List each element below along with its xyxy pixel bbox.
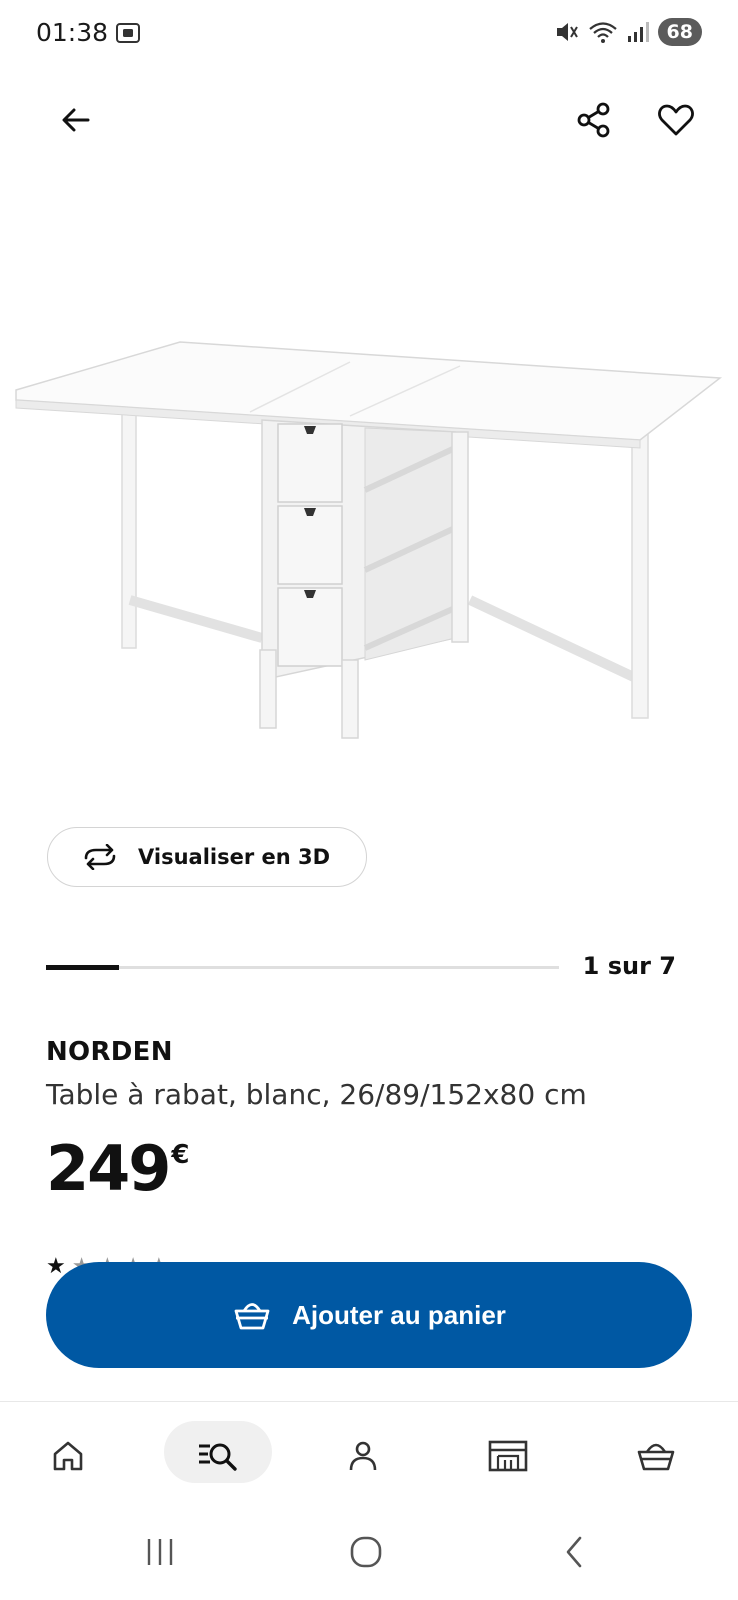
product-name: NORDEN	[46, 1037, 173, 1067]
battery-badge: 68	[657, 18, 702, 46]
nav-home[interactable]	[38, 1426, 98, 1486]
product-price: 249 €	[46, 1134, 190, 1204]
rotate-3d-icon	[84, 844, 116, 870]
nav-stores[interactable]	[478, 1426, 538, 1486]
basket-icon	[637, 1443, 675, 1471]
product-description: Table à rabat, blanc, 26/89/152x80 cm	[46, 1078, 587, 1111]
nav-divider	[0, 1401, 738, 1402]
gallery-progress-fill	[46, 965, 120, 970]
add-to-cart-label: Ajouter au panier	[292, 1299, 506, 1330]
status-time: 01:38	[36, 18, 109, 47]
product-image[interactable]	[0, 320, 738, 770]
add-to-cart-button[interactable]: Ajouter au panier	[46, 1262, 692, 1368]
status-indicators: 68	[554, 18, 702, 46]
view-3d-label: Visualiser en 3D	[138, 845, 331, 869]
nav-search[interactable]	[188, 1426, 248, 1486]
gallery-progress	[46, 965, 559, 970]
share-icon	[577, 102, 610, 138]
nav-profile[interactable]	[333, 1426, 393, 1486]
favorite-button[interactable]	[648, 92, 704, 148]
shopping-basket-icon	[234, 1303, 270, 1330]
system-recents-button[interactable]	[130, 1530, 190, 1574]
chevron-left-icon	[566, 1536, 582, 1568]
home-circle-icon	[350, 1536, 382, 1568]
profile-icon	[349, 1441, 377, 1471]
arrow-left-icon	[62, 108, 90, 132]
home-icon	[53, 1441, 83, 1471]
heart-icon	[658, 104, 694, 136]
back-button[interactable]	[48, 92, 104, 148]
price-currency: €	[171, 1140, 190, 1170]
mute-icon	[556, 23, 578, 41]
share-button[interactable]	[566, 92, 622, 148]
system-home-button[interactable]	[336, 1530, 396, 1574]
nav-basket[interactable]	[626, 1426, 686, 1486]
recents-icon	[147, 1539, 173, 1565]
system-back-button[interactable]	[544, 1530, 604, 1574]
wifi-icon	[588, 22, 617, 43]
signal-icon	[627, 22, 649, 42]
search-list-icon	[199, 1443, 237, 1471]
price-integer: 249	[46, 1132, 171, 1205]
store-icon	[488, 1440, 528, 1472]
view-3d-button[interactable]: Visualiser en 3D	[47, 827, 367, 887]
screenshot-icon	[116, 23, 140, 43]
gallery-pager: 1 sur 7	[582, 952, 676, 980]
